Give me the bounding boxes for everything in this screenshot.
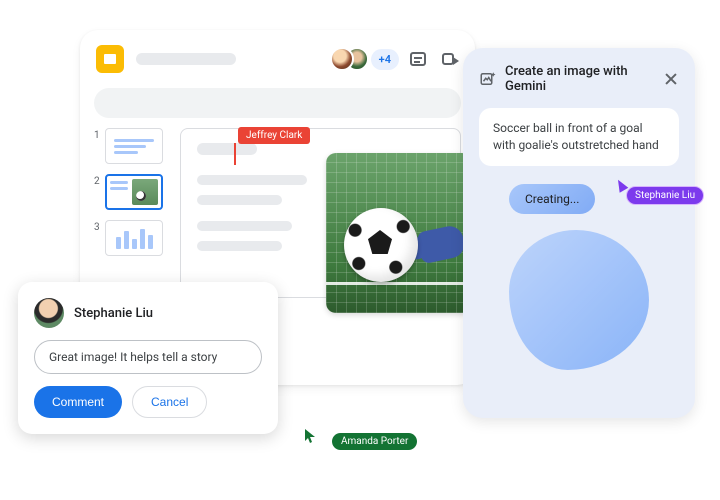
collaborator-cursor-label: Amanda Porter bbox=[332, 433, 417, 450]
comment-popover: Stephanie Liu Comment Cancel bbox=[18, 282, 278, 434]
slide-thumbnail[interactable] bbox=[105, 128, 163, 164]
slide-thumbnail[interactable] bbox=[105, 174, 163, 210]
slide-image[interactable] bbox=[326, 153, 472, 313]
text-placeholder bbox=[197, 221, 292, 231]
gemini-side-panel: Create an image with Gemini Soccer ball … bbox=[463, 48, 695, 418]
field-line-icon bbox=[326, 282, 472, 285]
slide-thumbnail[interactable] bbox=[105, 220, 163, 256]
video-call-icon[interactable] bbox=[437, 48, 459, 70]
comments-icon[interactable] bbox=[407, 48, 429, 70]
collaborator-cursor-label: Jeffrey Clark bbox=[238, 127, 310, 144]
text-placeholder bbox=[197, 195, 282, 205]
cursor-pointer-icon bbox=[304, 429, 322, 448]
thumb-row: 3 bbox=[94, 220, 166, 256]
gemini-prompt-input[interactable]: Soccer ball in front of a goal with goal… bbox=[479, 108, 679, 166]
cancel-button[interactable]: Cancel bbox=[132, 386, 207, 418]
gemini-loading-blob-icon bbox=[509, 230, 649, 370]
collaborator-cursor-marker bbox=[234, 143, 236, 165]
collaborator-overflow-count[interactable]: +4 bbox=[371, 49, 399, 70]
thumb-number: 1 bbox=[94, 128, 100, 141]
slides-header: +4 bbox=[80, 30, 475, 88]
gemini-header: Create an image with Gemini bbox=[479, 64, 679, 94]
thumb-number: 3 bbox=[94, 220, 100, 233]
gemini-status-chip: Creating... bbox=[509, 184, 595, 214]
comment-actions: Comment Cancel bbox=[34, 386, 262, 418]
doc-title-placeholder[interactable] bbox=[136, 53, 236, 65]
comment-author-name: Stephanie Liu bbox=[74, 306, 153, 321]
image-sparkle-icon bbox=[479, 70, 497, 88]
gemini-panel-title: Create an image with Gemini bbox=[505, 64, 655, 94]
text-placeholder bbox=[197, 241, 282, 251]
slides-logo-icon bbox=[96, 45, 124, 73]
comment-text-input[interactable] bbox=[34, 340, 262, 374]
close-icon[interactable] bbox=[663, 71, 679, 87]
avatar bbox=[34, 298, 64, 328]
collaborator-avatar[interactable] bbox=[330, 47, 354, 71]
thumb-image-icon bbox=[132, 179, 158, 205]
text-placeholder bbox=[197, 143, 257, 155]
comment-submit-button[interactable]: Comment bbox=[34, 386, 122, 418]
comment-header: Stephanie Liu bbox=[34, 298, 262, 328]
text-placeholder bbox=[197, 175, 307, 185]
toolbar[interactable] bbox=[94, 88, 461, 118]
collaborator-avatars[interactable] bbox=[330, 47, 369, 71]
thumb-number: 2 bbox=[94, 174, 100, 187]
collaborator-cursor: Amanda Porter bbox=[304, 428, 417, 450]
thumb-row: 2 bbox=[94, 174, 166, 210]
soccer-ball-icon bbox=[344, 208, 418, 282]
slide-thumbnails: 1 2 3 bbox=[94, 128, 166, 298]
thumb-row: 1 bbox=[94, 128, 166, 164]
header-right-group: +4 bbox=[330, 47, 459, 71]
